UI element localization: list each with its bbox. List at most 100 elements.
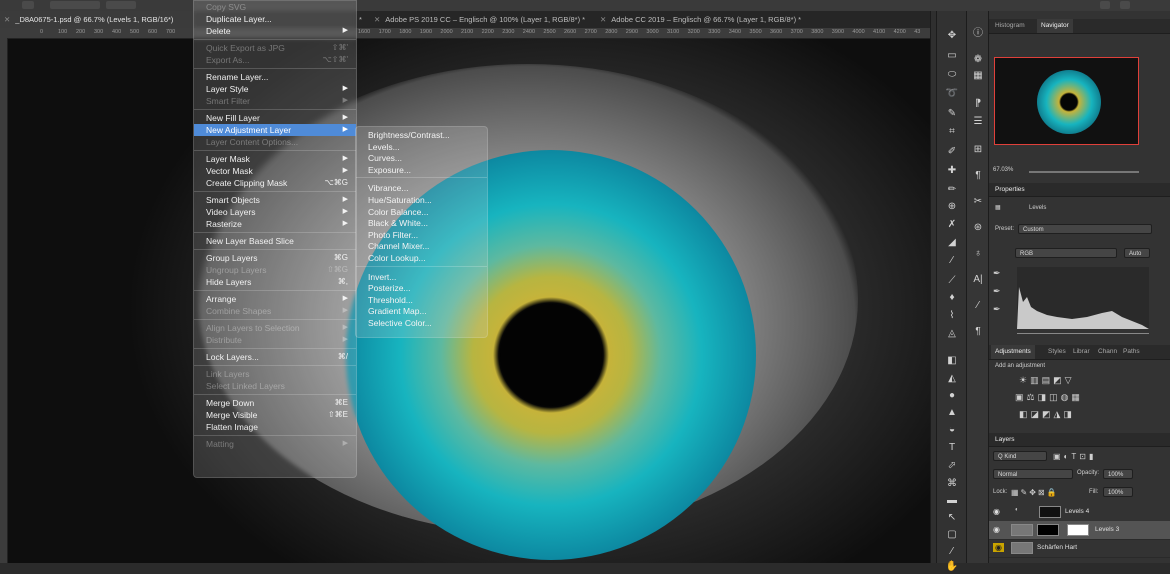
- gray-eyedropper-icon[interactable]: ✒: [993, 286, 1005, 298]
- menu-item[interactable]: Vector Mask ▶: [194, 165, 356, 177]
- visibility-eye-icon[interactable]: ◉: [993, 525, 1000, 534]
- layer-name[interactable]: Schärfen Hart: [1037, 544, 1077, 551]
- paragraph-icon[interactable]: ¶: [969, 169, 987, 183]
- fill-input[interactable]: 100%: [1103, 487, 1133, 497]
- input-levels-slider[interactable]: [1017, 333, 1149, 334]
- sharpen-icon[interactable]: ▲: [943, 406, 961, 420]
- drop-icon[interactable]: ●: [943, 389, 961, 403]
- healing-brush-icon[interactable]: ✚: [943, 164, 961, 178]
- white-eyedropper-icon[interactable]: ✒: [993, 304, 1005, 316]
- menu-item[interactable]: Merge Down ⌘E: [194, 397, 356, 409]
- fill-icon[interactable]: ◧: [943, 354, 961, 368]
- menu-item[interactable]: New Layer Based Slice: [194, 235, 356, 247]
- tab-histogram[interactable]: Histogram: [991, 19, 1029, 33]
- dodge-icon[interactable]: ♦: [943, 291, 961, 305]
- submenu-item[interactable]: Levels...: [356, 141, 487, 153]
- submenu-item[interactable]: Selective Color...: [356, 317, 487, 329]
- tab-navigator[interactable]: Navigator: [1037, 19, 1073, 33]
- submenu-item[interactable]: Threshold...: [356, 294, 487, 306]
- menu-item[interactable]: Video Layers ▶: [194, 206, 356, 218]
- zoom-slider[interactable]: [1029, 171, 1139, 173]
- menu-item[interactable]: Lock Layers... ⌘/: [194, 351, 356, 363]
- path-select-icon[interactable]: ⬀: [943, 459, 961, 473]
- submenu-item[interactable]: Gradient Map...: [356, 305, 487, 317]
- mixer-brush-icon[interactable]: ⟋: [943, 274, 961, 288]
- submenu-item[interactable]: Invert...: [356, 271, 487, 283]
- layer-row-levels-3[interactable]: ◉ Levels 3: [989, 521, 1170, 540]
- search-icon[interactable]: [1100, 1, 1110, 9]
- navigator-preview[interactable]: [994, 57, 1139, 145]
- adjustment-icons-row-3[interactable]: ◧◪◩◮◨: [1019, 409, 1075, 420]
- stamp-tool-icon[interactable]: ⊕: [943, 200, 961, 214]
- layer-filter-icons[interactable]: ▣◐T⊡▮: [1053, 452, 1096, 461]
- layer-name[interactable]: Levels 4: [1065, 508, 1089, 515]
- tool-presets-icon[interactable]: ✂: [969, 195, 987, 209]
- eraser-icon[interactable]: ◢: [943, 236, 961, 250]
- black-eyedropper-icon[interactable]: ✒: [993, 268, 1005, 280]
- smudge-icon[interactable]: ⌇: [943, 309, 961, 323]
- submenu-item[interactable]: Vibrance...: [356, 182, 487, 194]
- submenu-item[interactable]: Color Lookup...: [356, 252, 487, 264]
- menu-item[interactable]: Delete ▶: [194, 25, 356, 37]
- artboard-icon[interactable]: ▭: [943, 49, 961, 63]
- info-icon[interactable]: ⓘ: [969, 27, 987, 41]
- timeline-icon[interactable]: ⊛: [969, 221, 987, 235]
- type-tool-icon[interactable]: T: [943, 441, 961, 455]
- shape-tool-icon[interactable]: ⌘: [943, 477, 961, 491]
- clone-source-icon[interactable]: ⊞: [969, 143, 987, 157]
- tab-document-1[interactable]: ✕ _D8A0675-1.psd @ 66.7% (Levels 1, RGB/1…: [0, 11, 194, 28]
- blend-mode-select[interactable]: Normal: [993, 469, 1073, 479]
- menu-item[interactable]: Arrange ▶: [194, 293, 356, 305]
- close-icon[interactable]: ✕: [4, 15, 10, 24]
- notes-icon[interactable]: ¶: [969, 325, 987, 339]
- menu-item[interactable]: Duplicate Layer...: [194, 13, 356, 25]
- adjustment-icons-row-1[interactable]: ☀▥▤◩▽: [1019, 375, 1075, 386]
- quick-select-icon[interactable]: ✎: [943, 107, 961, 121]
- submenu-item[interactable]: Brightness/Contrast...: [356, 129, 487, 141]
- eyedropper-icon[interactable]: ✐: [943, 145, 961, 159]
- tool-preset-picker[interactable]: [22, 1, 34, 9]
- pen-tool-icon[interactable]: ◬: [943, 327, 961, 341]
- menu-item[interactable]: New Fill Layer ▶: [194, 112, 356, 124]
- tab-document-3[interactable]: ✕ Adobe PS 2019 CC – Englisch @ 100% (Lay…: [370, 11, 599, 28]
- tab-styles[interactable]: Styles: [1044, 345, 1070, 359]
- menu-item[interactable]: Layer Mask ▶: [194, 153, 356, 165]
- tab-document-2[interactable]: *: [355, 11, 371, 28]
- layer-row-schaerfen-hart[interactable]: ◉ Schärfen Hart: [989, 539, 1170, 558]
- menu-item[interactable]: Flatten Image: [194, 421, 356, 433]
- history-brush-icon[interactable]: ✗: [943, 218, 961, 232]
- tab-adjustments[interactable]: Adjustments: [991, 345, 1035, 359]
- burn-icon[interactable]: ◒: [943, 423, 961, 437]
- close-icon[interactable]: ✕: [374, 15, 380, 24]
- brushes-icon[interactable]: ⁋: [969, 97, 987, 111]
- tab-document-4[interactable]: ✕ Adobe CC 2019 – Englisch @ 66.7% (Layer…: [596, 11, 815, 28]
- sliders-icon[interactable]: ☰: [969, 115, 987, 129]
- menu-item[interactable]: Smart Objects ▶: [194, 194, 356, 206]
- submenu-item[interactable]: Channel Mixer...: [356, 240, 487, 252]
- line-icon[interactable]: ⁄: [943, 545, 961, 559]
- layer-kind-filter[interactable]: Q Kind: [993, 451, 1047, 461]
- glyphs-icon[interactable]: ⁄: [969, 299, 987, 313]
- preset-select[interactable]: Custom: [1018, 224, 1152, 234]
- light-icon[interactable]: ♁: [969, 247, 987, 261]
- menu-item[interactable]: Hide Layers ⌘,: [194, 276, 356, 288]
- auto-button[interactable]: Auto: [1124, 248, 1150, 258]
- channel-select[interactable]: RGB: [1015, 248, 1117, 258]
- color-icon[interactable]: ❁: [969, 53, 987, 67]
- submenu-item[interactable]: Color Balance...: [356, 206, 487, 218]
- options-dropdown[interactable]: [50, 1, 100, 9]
- submenu-item[interactable]: Black & White...: [356, 217, 487, 229]
- menu-item[interactable]: Layer Style ▶: [194, 83, 356, 95]
- menu-item[interactable]: New Adjustment Layer ▶: [194, 124, 356, 136]
- menu-item[interactable]: Rename Layer...: [194, 71, 356, 83]
- options-dropdown-2[interactable]: [106, 1, 136, 9]
- submenu-item[interactable]: Curves...: [356, 152, 487, 164]
- bucket-icon[interactable]: ◭: [943, 372, 961, 386]
- submenu-item[interactable]: Posterize...: [356, 282, 487, 294]
- layer-row-levels-4[interactable]: ◉ ◐ Levels 4: [989, 503, 1170, 522]
- adjustment-icons-row-2[interactable]: ▣⚖◨◫◍▦: [1015, 392, 1083, 403]
- direct-select-icon[interactable]: ↖: [943, 511, 961, 525]
- submenu-item[interactable]: Exposure...: [356, 164, 487, 176]
- workspace-icon[interactable]: [1120, 1, 1130, 9]
- visibility-eye-icon[interactable]: ◉: [993, 507, 1000, 516]
